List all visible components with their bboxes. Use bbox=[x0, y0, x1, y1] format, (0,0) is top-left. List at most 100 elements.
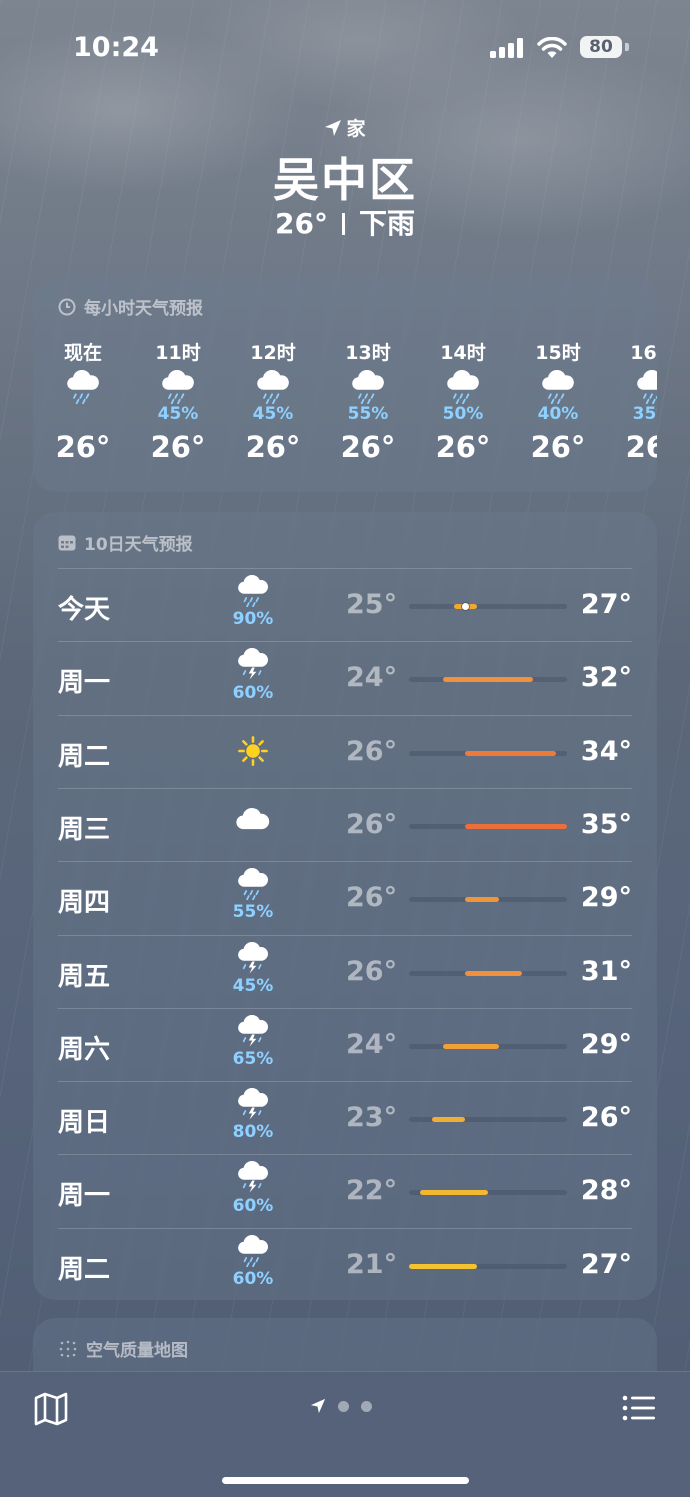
hour-temp: 26° bbox=[328, 430, 408, 464]
location-arrow-icon bbox=[324, 119, 342, 137]
thunderstorm-icon bbox=[228, 1161, 278, 1197]
hour-item: 13时 55% 26° bbox=[328, 338, 408, 464]
list-icon[interactable] bbox=[622, 1394, 656, 1422]
hourly-forecast-title: 每小时天气预报 bbox=[58, 294, 203, 319]
hour-temp: 26° bbox=[138, 430, 218, 464]
precip-chance: 45% bbox=[138, 404, 218, 426]
rain-cloud-icon bbox=[228, 868, 278, 904]
hour-label: 13时 bbox=[328, 338, 408, 364]
hour-item: 14时 50% 26° bbox=[423, 338, 503, 464]
page-dot[interactable] bbox=[338, 1401, 349, 1412]
precip-chance: 55% bbox=[328, 404, 408, 426]
thunderstorm-icon bbox=[228, 942, 278, 978]
day-row[interactable]: 周三 26° 35° bbox=[58, 788, 632, 862]
bottom-toolbar bbox=[0, 1371, 690, 1497]
rain-cloud-icon bbox=[233, 364, 313, 404]
day-name: 周四 bbox=[58, 882, 110, 919]
hour-temp: 26° bbox=[423, 430, 503, 464]
high-temp: 34° bbox=[581, 736, 632, 767]
low-temp: 24° bbox=[346, 662, 397, 693]
low-temp: 23° bbox=[346, 1102, 397, 1133]
calendar-icon bbox=[58, 535, 76, 551]
temp-range-track bbox=[409, 1190, 567, 1195]
day-weather: 60% bbox=[228, 1161, 278, 1215]
low-temp: 26° bbox=[346, 809, 397, 840]
high-temp: 27° bbox=[581, 1249, 632, 1280]
temp-range-track bbox=[409, 897, 567, 902]
status-bar: 10:24 80 bbox=[0, 30, 690, 64]
precip-chance: 40% bbox=[518, 404, 598, 426]
page-dot[interactable] bbox=[361, 1401, 372, 1412]
day-name: 周二 bbox=[58, 1249, 110, 1286]
day-weather: 80% bbox=[228, 1088, 278, 1142]
precip-chance bbox=[43, 404, 123, 426]
precip-chance: 35% bbox=[613, 404, 657, 426]
map-icon[interactable] bbox=[33, 1392, 69, 1426]
high-temp: 29° bbox=[581, 882, 632, 913]
rain-cloud-icon bbox=[518, 364, 598, 404]
ten-day-title-text: 10日天气预报 bbox=[84, 530, 193, 555]
location-arrow-page-icon[interactable] bbox=[310, 1398, 326, 1414]
temp-range-track bbox=[409, 971, 567, 976]
day-row[interactable]: 周日 80% 23° 26° bbox=[58, 1081, 632, 1155]
hour-item: 12时 45% 26° bbox=[233, 338, 313, 464]
sun-icon bbox=[228, 734, 278, 772]
day-weather: 60% bbox=[228, 648, 278, 702]
low-temp: 22° bbox=[346, 1175, 397, 1206]
temp-range-track bbox=[409, 677, 567, 682]
hour-item: 11时 45% 26° bbox=[138, 338, 218, 464]
temp-range-track bbox=[409, 1264, 567, 1269]
rain-cloud-icon bbox=[43, 364, 123, 404]
thunderstorm-icon bbox=[228, 648, 278, 684]
hour-temp: 26° bbox=[233, 430, 313, 464]
day-name: 周五 bbox=[58, 956, 110, 993]
day-name: 周一 bbox=[58, 662, 110, 699]
battery-nub bbox=[625, 43, 629, 51]
high-temp: 27° bbox=[581, 589, 632, 620]
low-temp: 24° bbox=[346, 1029, 397, 1060]
temp-range-bar bbox=[409, 1264, 477, 1269]
precip-chance: 80% bbox=[228, 1122, 278, 1142]
low-temp: 26° bbox=[346, 736, 397, 767]
hour-item: 16时 35% 26° bbox=[613, 338, 657, 464]
hour-label: 14时 bbox=[423, 338, 503, 364]
clock-icon bbox=[58, 298, 76, 316]
hourly-forecast-card[interactable]: 每小时天气预报 现在 26° 11时 45% 26° 12时 45% 26° 1… bbox=[33, 276, 657, 492]
cloud-icon bbox=[228, 807, 278, 835]
day-row[interactable]: 今天 90% 25° 27° bbox=[58, 568, 632, 642]
day-weather bbox=[228, 807, 278, 835]
day-weather: 65% bbox=[228, 1015, 278, 1069]
day-row[interactable]: 周五 45% 26° 31° bbox=[58, 935, 632, 1009]
rain-cloud-icon bbox=[613, 364, 657, 404]
precip-chance: 60% bbox=[228, 1269, 278, 1289]
hour-label: 现在 bbox=[43, 338, 123, 364]
rain-cloud-icon bbox=[228, 575, 278, 611]
day-name: 周三 bbox=[58, 809, 110, 846]
day-row[interactable]: 周一 60% 24° 32° bbox=[58, 641, 632, 715]
location-label: 家 bbox=[0, 114, 690, 141]
home-indicator[interactable] bbox=[222, 1477, 469, 1484]
day-row[interactable]: 周二 60% 21° 27° bbox=[58, 1228, 632, 1300]
temp-range-bar bbox=[465, 897, 499, 902]
rain-cloud-icon bbox=[138, 364, 218, 404]
high-temp: 26° bbox=[581, 1102, 632, 1133]
ten-day-forecast-card[interactable]: 10日天气预报 今天 90% 25° 27° 周一 60% 24° 32° bbox=[33, 512, 657, 1300]
hour-item: 现在 26° bbox=[43, 338, 123, 464]
day-name: 今天 bbox=[58, 589, 110, 626]
day-row[interactable]: 周六 65% 24° 29° bbox=[58, 1008, 632, 1082]
precip-chance: 60% bbox=[228, 1196, 278, 1216]
air-quality-title-text: 空气质量地图 bbox=[86, 1336, 188, 1361]
day-name: 周二 bbox=[58, 736, 110, 773]
day-row[interactable]: 周一 60% 22° 28° bbox=[58, 1154, 632, 1228]
city-name: 吴中区 bbox=[0, 144, 690, 210]
day-row[interactable]: 周四 55% 26° 29° bbox=[58, 861, 632, 935]
day-weather: 90% bbox=[228, 575, 278, 629]
precip-chance: 50% bbox=[423, 404, 503, 426]
current-condition: 下雨 bbox=[359, 207, 415, 240]
day-name: 周六 bbox=[58, 1029, 110, 1066]
wifi-icon bbox=[537, 37, 567, 59]
day-row[interactable]: 周二 26° 34° bbox=[58, 715, 632, 789]
page-indicator[interactable] bbox=[310, 1398, 372, 1414]
current-conditions: 26°下雨 bbox=[0, 202, 690, 242]
high-temp: 29° bbox=[581, 1029, 632, 1060]
